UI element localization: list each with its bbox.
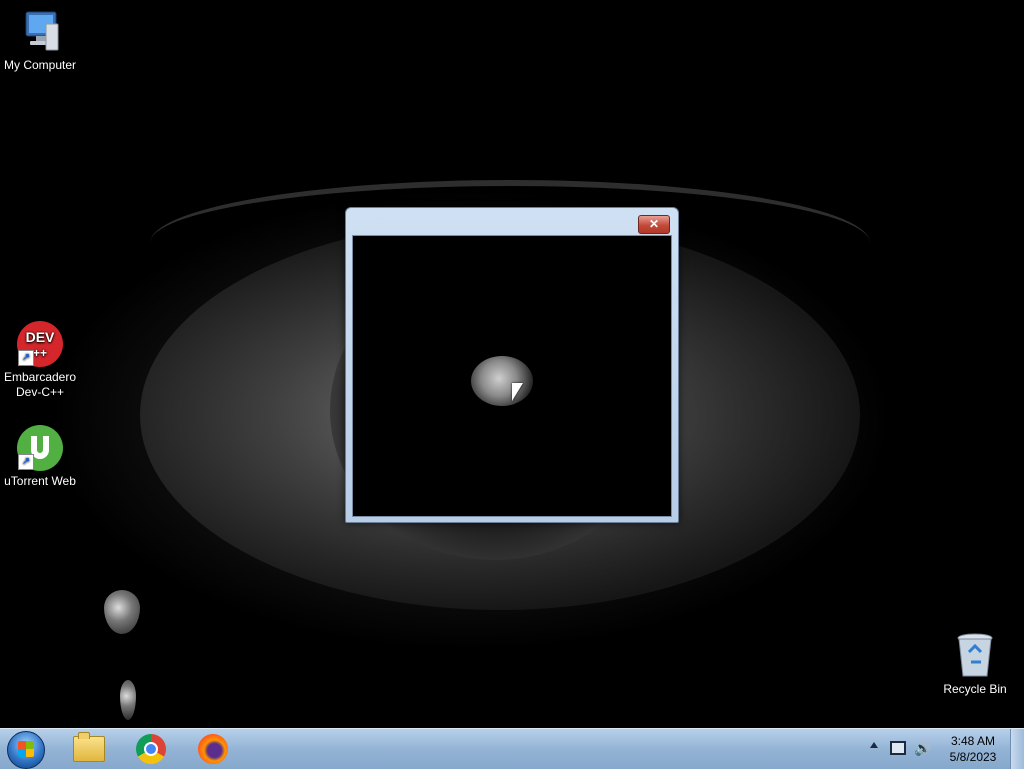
clock-time: 3:48 AM [950, 734, 996, 748]
wallpaper-tear [104, 590, 140, 634]
desktop-icon-devcpp[interactable]: DEV ++ ↗ Embarcadero Dev-C++ [0, 320, 80, 400]
utorrent-icon: ↗ [16, 424, 64, 472]
shortcut-arrow-icon: ↗ [18, 350, 34, 366]
desktop-icon-recycle-bin[interactable]: Recycle Bin [935, 632, 1015, 697]
folder-icon [73, 732, 105, 762]
desktop-icon-label: Recycle Bin [943, 682, 1007, 696]
devcpp-icon: DEV ++ ↗ [16, 320, 64, 368]
start-button[interactable] [7, 731, 45, 769]
clock-date: 5/8/2023 [949, 750, 997, 764]
shortcut-arrow-icon: ↗ [18, 454, 34, 470]
close-button[interactable]: ✕ [638, 215, 670, 234]
close-icon: ✕ [648, 217, 660, 231]
taskbar: 🔊 3:48 AM 5/8/2023 [0, 728, 1024, 769]
recycle-bin-icon [951, 632, 999, 680]
system-clock[interactable]: 3:48 AM 5/8/2023 [940, 733, 1006, 765]
taskbar-firefox[interactable] [184, 731, 242, 767]
desktop-icon-label: uTorrent Web [4, 474, 76, 488]
desktop-icon-label-line2: Dev-C++ [15, 385, 65, 399]
taskbar-chrome[interactable] [122, 731, 180, 767]
desktop-icon-my-computer[interactable]: My Computer [0, 8, 80, 73]
canvas-light-spot [471, 356, 533, 406]
svg-text:++: ++ [33, 346, 47, 360]
desktop-icon-label: My Computer [3, 58, 77, 72]
wallpaper-tear-small [120, 680, 136, 720]
windows-logo-icon [18, 741, 34, 757]
app-window[interactable]: ✕ [345, 207, 679, 523]
volume-icon[interactable]: 🔊 [914, 741, 931, 755]
network-icon[interactable] [890, 741, 906, 755]
desktop-icon-label-line1: Embarcadero [3, 370, 77, 384]
show-hidden-icons-chevron-icon[interactable] [870, 742, 878, 748]
chrome-icon [136, 734, 166, 764]
firefox-icon [198, 734, 228, 764]
show-desktop-button[interactable] [1010, 729, 1024, 769]
mouse-cursor-icon [512, 383, 523, 401]
taskbar-file-explorer[interactable] [60, 731, 118, 767]
devcpp-badge-text: DEV [26, 329, 55, 345]
desktop-icon-utorrent[interactable]: ↗ uTorrent Web [0, 424, 80, 489]
window-canvas[interactable] [352, 235, 672, 517]
computer-icon [16, 8, 64, 56]
